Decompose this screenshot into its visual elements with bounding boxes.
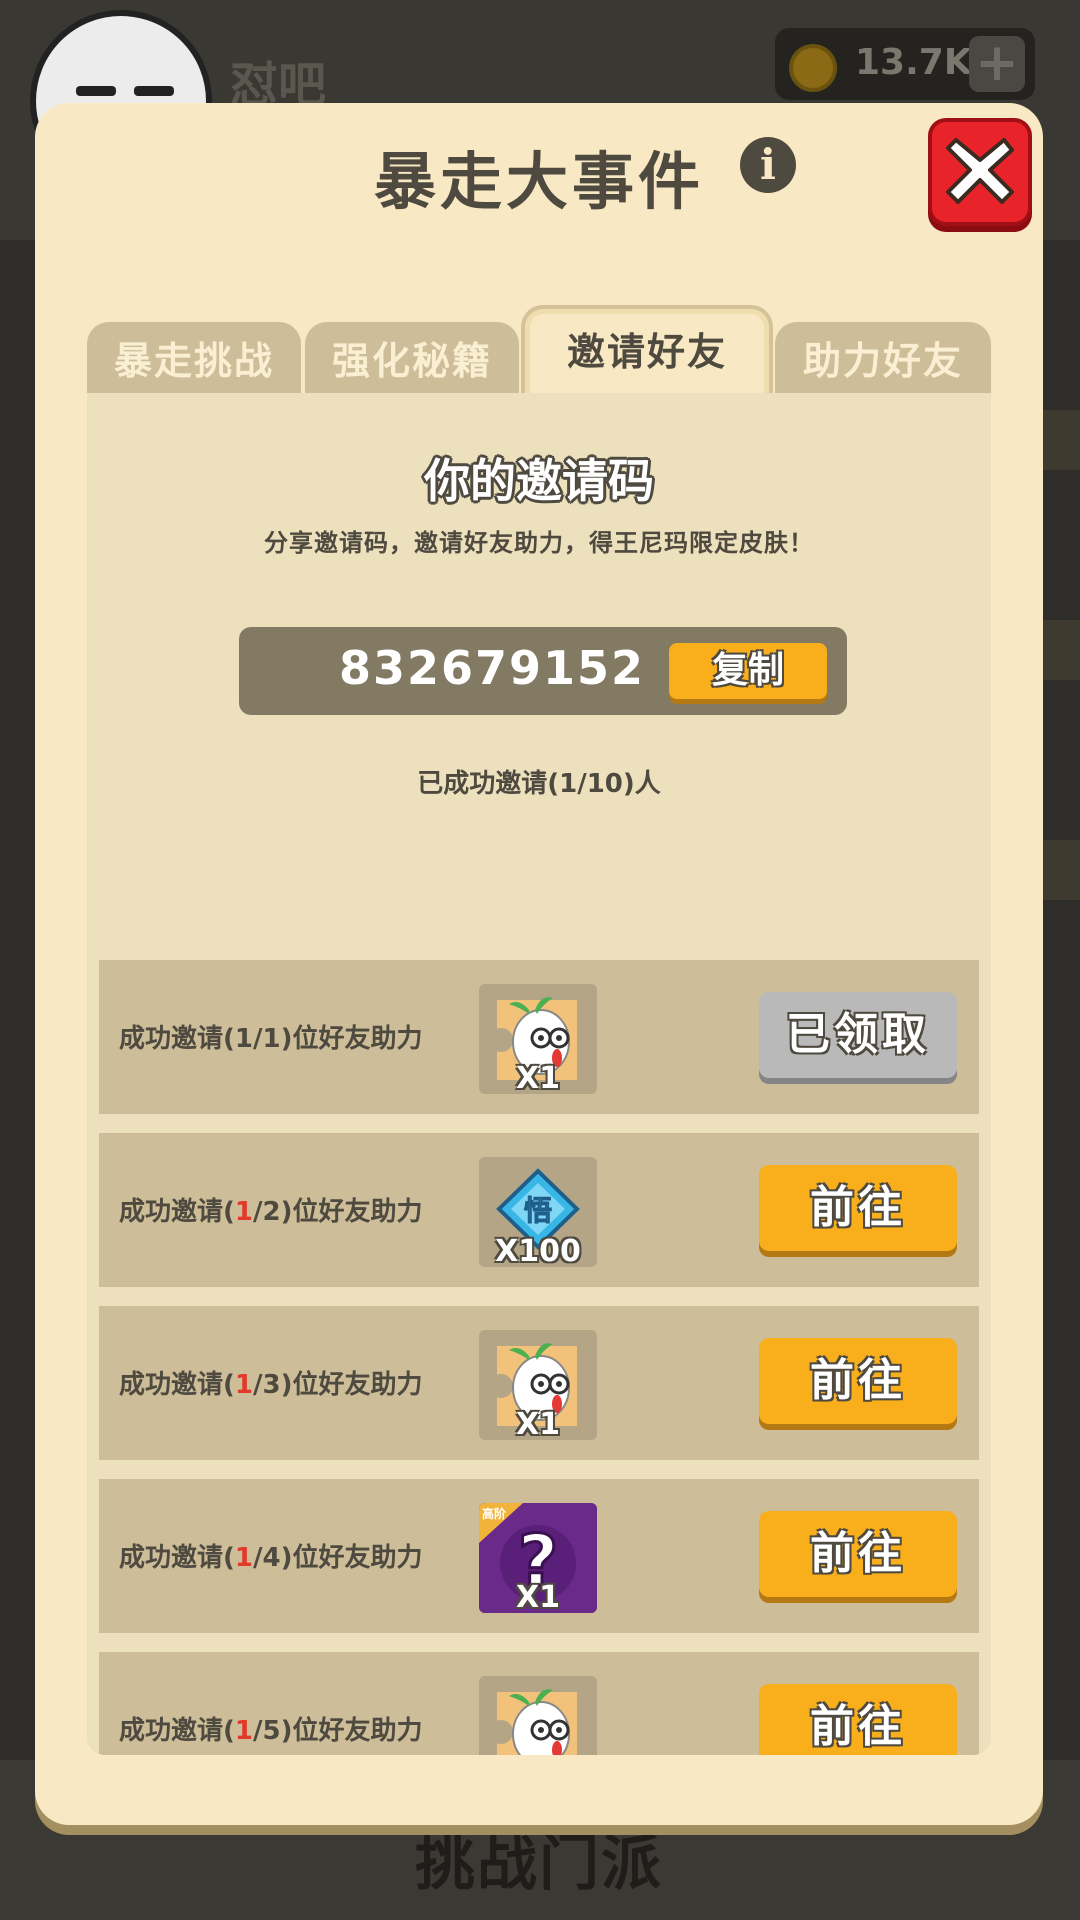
tab-invite-friends[interactable]: 邀请好友: [521, 305, 773, 401]
go-button[interactable]: 前往: [759, 1511, 957, 1597]
go-button[interactable]: 前往: [759, 1338, 957, 1424]
reward-quantity: X2: [479, 1753, 597, 1755]
reward-quantity: X1: [515, 1061, 560, 1094]
coin-counter: 13.7K +: [775, 28, 1035, 100]
reward-row: 成功邀请(1/4)位好友助力 ? 高阶 X1 前往: [99, 1479, 979, 1633]
close-button[interactable]: [928, 118, 1032, 226]
close-icon: [946, 138, 1014, 204]
copy-button[interactable]: 复制: [669, 643, 827, 699]
add-coins-button[interactable]: +: [969, 36, 1025, 92]
invite-code-value: 832679152: [339, 641, 646, 695]
reward-tier-badge: 高阶: [482, 1507, 507, 1521]
invite-code-box: 832679152 复制: [239, 627, 847, 715]
go-button[interactable]: 前往: [759, 1165, 957, 1251]
info-icon[interactable]: i: [740, 137, 796, 193]
reward-slot[interactable]: X1: [479, 1330, 597, 1440]
reward-slot[interactable]: ? 高阶 X1: [479, 1503, 597, 1613]
reward-row: 成功邀请(1/1)位好友助力 X1 已领取: [99, 960, 979, 1114]
row-label: 成功邀请(1/1)位好友助力: [119, 1024, 423, 1054]
tab-upgrade-guide[interactable]: 强化秘籍: [305, 322, 519, 396]
tab-assist-friends[interactable]: 助力好友: [775, 322, 991, 396]
row-label: 成功邀请(1/2)位好友助力: [119, 1197, 423, 1227]
bottom-nav-label[interactable]: 挑战门派: [415, 1815, 663, 1902]
svg-text:悟: 悟: [524, 1194, 552, 1227]
reward-slot[interactable]: X2: [479, 1676, 597, 1755]
reward-quantity: X100: [495, 1234, 581, 1267]
invite-panel: 你的邀请码 分享邀请码，邀请好友助力，得王尼玛限定皮肤！ 832679152 复…: [87, 393, 991, 1755]
reward-quantity: X1: [515, 1580, 560, 1613]
invite-code-heading: 你的邀请码: [424, 454, 654, 508]
claimed-button[interactable]: 已领取: [759, 992, 957, 1078]
invite-subtitle: 分享邀请码，邀请好友助力，得王尼玛限定皮肤！: [264, 529, 814, 557]
tab-rampage-challenge[interactable]: 暴走挑战: [87, 322, 301, 396]
reward-row: 成功邀请(1/2)位好友助力 悟 X100 前往: [99, 1133, 979, 1287]
reward-quantity: X1: [515, 1407, 560, 1440]
event-modal: 暴走大事件 i 暴走挑战 强化秘籍 邀请好友 助力好友 你的邀请码 分享邀请码，…: [35, 103, 1043, 1825]
reward-row: 成功邀请(1/3)位好友助力 X1 前往: [99, 1306, 979, 1460]
modal-title: 暴走大事件: [373, 145, 704, 218]
row-label: 成功邀请(1/5)位好友助力: [119, 1716, 423, 1746]
reward-slot[interactable]: X1: [479, 984, 597, 1094]
coin-value: 13.7K: [855, 42, 972, 83]
coin-icon: [789, 44, 837, 92]
invited-count: 已成功邀请(1/10)人: [417, 769, 661, 799]
reward-slot[interactable]: 悟 X100: [479, 1157, 597, 1267]
radish-mascot-icon: [489, 1689, 577, 1755]
row-label: 成功邀请(1/3)位好友助力: [119, 1370, 423, 1400]
reward-row: 成功邀请(1/5)位好友助力 X2 前往: [99, 1652, 979, 1755]
go-button[interactable]: 前往: [759, 1684, 957, 1755]
row-label: 成功邀请(1/4)位好友助力: [119, 1543, 423, 1573]
